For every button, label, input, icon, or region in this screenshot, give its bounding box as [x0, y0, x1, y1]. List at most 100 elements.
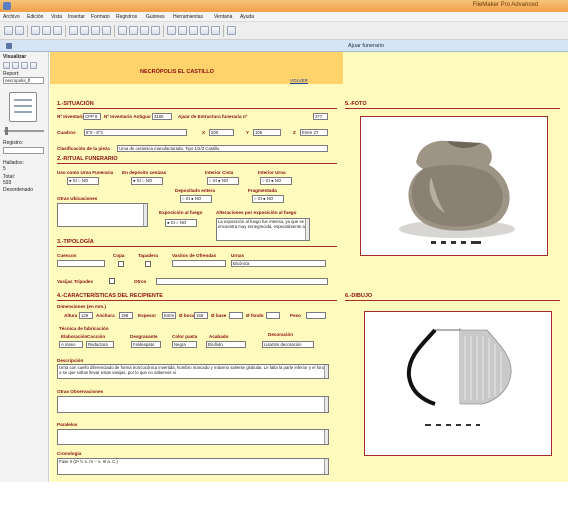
menu-edicion[interactable]: Edición: [27, 14, 43, 20]
anchura-field[interactable]: 198: [119, 312, 133, 319]
alteraciones-label: Alteraciones por exposición al fuego: [216, 210, 297, 215]
save-icon[interactable]: [31, 26, 40, 35]
cuadros-field[interactable]: 8°8 - 8°3: [84, 129, 187, 136]
otros-field[interactable]: [156, 278, 328, 285]
find-mode-icon[interactable]: [129, 26, 138, 35]
menu-registros[interactable]: Registros: [116, 14, 137, 20]
acabado-field[interactable]: Bruñido: [206, 341, 246, 348]
menu-insertar[interactable]: Insertar: [68, 14, 85, 20]
urnas-field[interactable]: Bicónica: [231, 260, 326, 267]
spell-check-icon[interactable]: [53, 26, 62, 35]
menu-vista[interactable]: Vista: [51, 14, 62, 20]
scrollbar[interactable]: [324, 459, 328, 474]
decoracion-field[interactable]: Lisa/Sin decoración: [262, 341, 314, 348]
desgrasante-field[interactable]: Feldespato: [131, 341, 161, 348]
scrollbar[interactable]: [324, 430, 328, 444]
new-file-icon[interactable]: [4, 26, 13, 35]
record-slider-thumb[interactable]: [5, 127, 8, 135]
base-field[interactable]: [229, 312, 243, 319]
record-book-icon[interactable]: [9, 92, 37, 122]
app-title: FileMaker Pro Advanced: [472, 2, 538, 8]
cut-icon[interactable]: [69, 26, 78, 35]
base-label: Ø base: [211, 313, 227, 318]
browse-mode-icon[interactable]: [118, 26, 127, 35]
elaboracion-field[interactable]: A mano: [59, 341, 83, 348]
fondo-field[interactable]: [266, 312, 280, 319]
fondo-label: Ø fondo: [246, 313, 264, 318]
find-icon[interactable]: [189, 26, 198, 35]
y-field[interactable]: 105: [253, 129, 281, 136]
clasificacion-field[interactable]: Urna de cerámica manufacturada. Tipo 1/2…: [117, 145, 328, 152]
cuencos-field[interactable]: [57, 260, 105, 267]
preview-mode-icon[interactable]: [151, 26, 160, 35]
scrollbar[interactable]: [305, 219, 309, 240]
menu-ayuda[interactable]: Ayuda: [240, 14, 254, 20]
show-all-icon[interactable]: [211, 26, 220, 35]
anchura-label: Anchura: [96, 313, 115, 318]
dimensiones-label: Dimensiones (en mm.): [57, 304, 107, 309]
scrollbar[interactable]: [324, 397, 328, 412]
desgrasante-label: Desgrasante: [130, 334, 158, 339]
menu-ventana[interactable]: Ventana: [214, 14, 232, 20]
record-slider[interactable]: [4, 130, 44, 132]
z-field[interactable]: Entre 2T: [300, 129, 328, 136]
section-divider: [57, 300, 337, 301]
peso-field[interactable]: [306, 312, 326, 319]
sort-status: Desordenado: [3, 187, 34, 193]
sort-icon[interactable]: [200, 26, 209, 35]
interior-cista-radio[interactable]: ○ SI ● NO: [207, 177, 239, 185]
cronologia-field[interactable]: Fase II (2ª ½ s. IV – s. III a. C.): [57, 458, 329, 475]
find-small-icon[interactable]: [12, 62, 19, 69]
preview-small-icon[interactable]: [30, 62, 37, 69]
otras-ubicaciones-field[interactable]: [57, 203, 148, 227]
otras-observaciones-field[interactable]: [57, 396, 329, 413]
photo-panel: [360, 116, 548, 256]
uso-urna-radio[interactable]: ● SI ○ NO: [67, 177, 99, 185]
layout-mode-icon[interactable]: [140, 26, 149, 35]
volver-link[interactable]: VOLVER: [290, 78, 308, 83]
menu-herramientas[interactable]: Herramientas: [173, 14, 203, 20]
descripcion-field[interactable]: Urna con cuello diferenciado de forma tr…: [57, 364, 329, 379]
interior-urna-radio[interactable]: ○ SI ● NO: [260, 177, 292, 185]
boca-field[interactable]: 166: [194, 312, 208, 319]
ajuar-field[interactable]: 377: [313, 113, 328, 120]
layout-bar: Ajuar funerario: [0, 40, 568, 52]
alteraciones-field[interactable]: La exposición al fuego fue intensa, ya q…: [216, 218, 310, 241]
paralelos-field[interactable]: [57, 429, 329, 445]
record-number-field[interactable]: [3, 147, 44, 154]
deposito-radio[interactable]: ● SI ○ NO: [131, 177, 163, 185]
undo-icon[interactable]: [102, 26, 111, 35]
depositado-radio[interactable]: ○ SI ● NO: [180, 195, 212, 203]
open-file-icon[interactable]: [15, 26, 24, 35]
fragmentada-radio[interactable]: ○ SI ● NO: [252, 195, 284, 203]
tapadera-checkbox[interactable]: [145, 261, 151, 267]
print-icon[interactable]: [42, 26, 51, 35]
layout-small-icon[interactable]: [21, 62, 28, 69]
menu-guiones[interactable]: Guiones: [146, 14, 165, 20]
inventario-field[interactable]: CPP 8: [83, 113, 101, 120]
layout-select[interactable]: necropolis_fl: [3, 77, 44, 84]
coccion-field[interactable]: Reductora: [86, 341, 114, 348]
paste-icon[interactable]: [91, 26, 100, 35]
menu-formato[interactable]: Formato: [91, 14, 110, 20]
delete-record-icon[interactable]: [178, 26, 187, 35]
x-field[interactable]: 200: [209, 129, 234, 136]
elaboracion-label: Elaboración: [61, 334, 88, 339]
descripcion-label: Descripción: [57, 358, 84, 363]
exposicion-radio[interactable]: ● SI ○ NO: [165, 219, 197, 227]
menu-archivo[interactable]: Archivo: [3, 14, 20, 20]
new-record-icon[interactable]: [167, 26, 176, 35]
copa-checkbox[interactable]: [118, 261, 124, 267]
exposicion-label: Exposición al fuego: [159, 210, 203, 215]
copy-icon[interactable]: [80, 26, 89, 35]
format-icon[interactable]: [227, 26, 236, 35]
vasijas-tripodes-checkbox[interactable]: [109, 278, 115, 284]
vasitos-field[interactable]: [172, 260, 226, 267]
altura-field[interactable]: 129: [79, 312, 93, 319]
inventario-antiguo-field[interactable]: 3165: [152, 113, 172, 120]
espesor-field[interactable]: Entre: [162, 312, 176, 319]
browse-icon[interactable]: [3, 62, 10, 69]
color-pasta-field[interactable]: Negra: [172, 341, 197, 348]
scrollbar[interactable]: [324, 365, 328, 378]
scrollbar[interactable]: [143, 204, 147, 226]
